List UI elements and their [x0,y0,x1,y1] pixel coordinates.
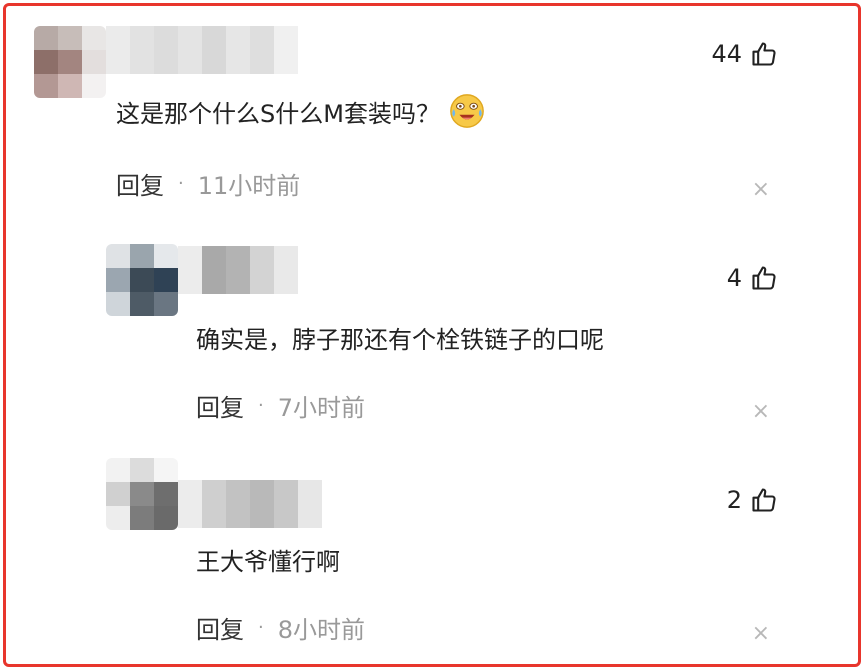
timestamp: 7小时前 [277,394,366,422]
like-count: 2 [726,486,742,514]
like-button[interactable]: 44 [711,40,778,68]
close-icon[interactable]: × [752,623,770,645]
comment-panel: 44 这是那个什么S什么M套装吗？ 回复 · 11小时前 × 4 确实是，脖子那… [3,3,861,667]
like-count: 44 [711,40,742,68]
like-button[interactable]: 2 [727,486,778,514]
timestamp: 8小时前 [277,616,366,644]
comment-text: 王大爷懂行啊 [196,548,340,576]
avatar[interactable] [106,458,178,530]
avatar[interactable] [106,244,178,316]
separator-dot: · [178,173,184,194]
comment-item: 44 这是那个什么S什么M套装吗？ 回复 · 11小时前 × [6,6,858,226]
thumbs-up-icon [752,42,776,66]
comment-text: 这是那个什么S什么M套装吗？ [116,92,486,130]
separator-dot: · [258,617,264,638]
close-icon[interactable]: × [752,179,770,201]
comment-meta: 回复 · 11小时前 [116,166,300,201]
avatar[interactable] [34,26,106,98]
username-blurred[interactable] [178,480,322,528]
close-icon[interactable]: × [752,401,770,423]
laughing-crying-emoji-icon [450,94,484,128]
username-blurred[interactable] [178,246,298,294]
thumbs-up-icon [752,266,776,290]
like-count: 4 [726,264,742,292]
reply-button[interactable]: 回复 [116,166,164,201]
comment-text: 确实是，脖子那还有个栓铁链子的口呢 [196,326,604,354]
comment-meta: 回复 · 7小时前 [196,388,365,423]
separator-dot: · [258,395,264,416]
username-blurred[interactable] [106,26,298,74]
reply-item: 4 确实是，脖子那还有个栓铁链子的口呢 回复 · 7小时前 × [6,226,858,448]
like-button[interactable]: 4 [727,264,778,292]
reply-button[interactable]: 回复 [196,388,244,423]
reply-item: 2 王大爷懂行啊 回复 · 8小时前 × [6,448,858,664]
comment-meta: 回复 · 8小时前 [196,610,365,645]
timestamp: 11小时前 [197,172,301,200]
thumbs-up-icon [752,488,776,512]
reply-button[interactable]: 回复 [196,610,244,645]
